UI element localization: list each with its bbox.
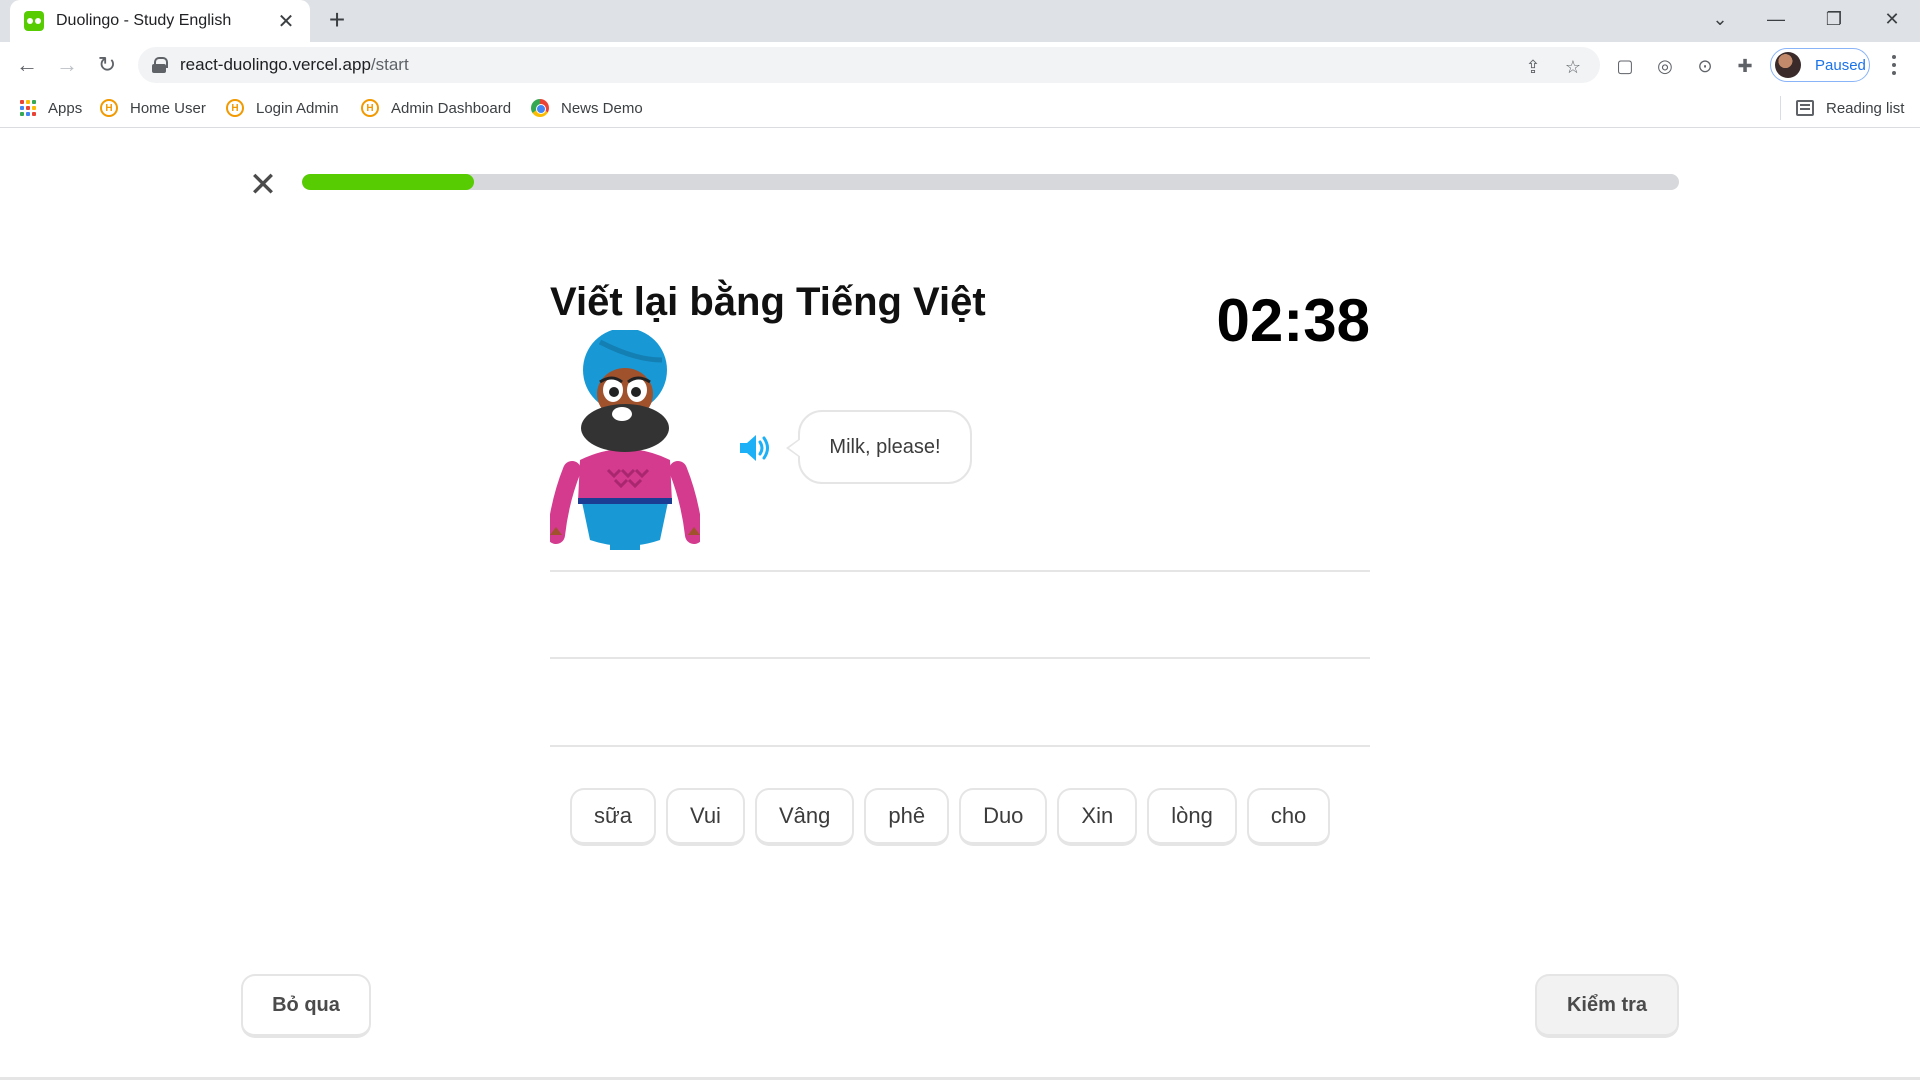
profile-button[interactable]: Paused — [1770, 48, 1870, 82]
back-icon[interactable]: ← — [12, 50, 42, 80]
bookmark-home-user[interactable]: H Home User — [100, 96, 206, 120]
avatar — [1775, 52, 1801, 78]
countdown-timer: 02:38 — [1216, 287, 1370, 354]
answer-line-3 — [550, 745, 1370, 747]
sentence-text: Milk, please! — [829, 435, 941, 458]
bookmarks-bar: Apps H Home User H Login Admin H Admin D… — [0, 88, 1920, 128]
tab-search-icon[interactable]: ⌄ — [1692, 0, 1748, 38]
profile-status: Paused — [1815, 56, 1866, 74]
news-favicon-icon — [531, 99, 549, 117]
restore-icon[interactable]: ❐ — [1806, 0, 1862, 38]
word-chip[interactable]: sữa — [570, 788, 656, 846]
reading-list-button[interactable]: Reading list — [1796, 96, 1904, 120]
word-chip[interactable]: cho — [1246, 788, 1331, 846]
exercise-title: Viết lại bằng Tiếng Việt — [550, 280, 986, 324]
browser-tab[interactable]: Duolingo - Study English ✕ — [10, 0, 310, 42]
extension-1-icon[interactable]: ▢ — [1614, 55, 1636, 77]
lesson-progress-fill — [302, 174, 475, 190]
forward-icon[interactable]: → — [52, 50, 82, 80]
address-bar[interactable]: react-duolingo.vercel.app/start ⇪ ☆ — [138, 47, 1600, 83]
bookmarks-divider — [1780, 96, 1781, 120]
minimize-icon[interactable]: — — [1748, 0, 1804, 38]
lesson-progress-bar — [302, 174, 1679, 190]
bookmark-login-admin[interactable]: H Login Admin — [226, 96, 339, 120]
answer-line-1 — [550, 570, 1370, 572]
reload-icon[interactable]: ↻ — [92, 50, 122, 80]
word-chip[interactable]: phê — [864, 788, 950, 846]
h-favicon-icon: H — [361, 99, 379, 117]
reading-list-icon — [1796, 100, 1814, 116]
lock-icon — [152, 57, 168, 73]
word-chip[interactable]: Vui — [665, 788, 745, 846]
skip-button[interactable]: Bỏ qua — [241, 974, 371, 1038]
browser-menu-icon[interactable] — [1884, 53, 1904, 77]
url-text: react-duolingo.vercel.app/start — [180, 55, 409, 74]
apps-grid-icon — [20, 100, 36, 116]
share-icon[interactable]: ⇪ — [1522, 56, 1544, 78]
character-illustration — [550, 330, 700, 550]
tab-title: Duolingo - Study English — [56, 12, 232, 29]
bookmark-news-demo[interactable]: News Demo — [531, 96, 643, 120]
close-lesson-icon[interactable]: ✕ — [248, 168, 278, 202]
h-favicon-icon: H — [226, 99, 244, 117]
answer-line-2 — [550, 657, 1370, 659]
bookmark-apps[interactable]: Apps — [20, 96, 82, 120]
browser-toolbar: ← → ↻ react-duolingo.vercel.app/start ⇪ … — [0, 42, 1920, 88]
word-chip[interactable]: lòng — [1147, 788, 1237, 846]
word-chip[interactable]: Xin — [1057, 788, 1138, 846]
check-button[interactable]: Kiểm tra — [1535, 974, 1679, 1038]
window-close-icon[interactable]: ✕ — [1864, 0, 1920, 38]
duolingo-favicon-icon — [24, 11, 44, 31]
speaker-icon[interactable] — [736, 430, 772, 466]
bookmark-admin-dashboard[interactable]: H Admin Dashboard — [361, 96, 511, 120]
speech-bubble: Milk, please! — [786, 410, 972, 484]
extensions-puzzle-icon[interactable]: ✚ — [1734, 55, 1756, 77]
extension-2-icon[interactable]: ◎ — [1654, 55, 1676, 77]
browser-tab-bar: Duolingo - Study English ✕ + ⌄ — ❐ ✕ — [0, 0, 1920, 42]
word-bank: sữa Vui Vâng phê Duo Xin lòng cho — [570, 788, 1350, 846]
tab-close-icon[interactable]: ✕ — [276, 9, 296, 34]
bookmark-star-icon[interactable]: ☆ — [1562, 56, 1584, 78]
word-chip[interactable]: Duo — [959, 788, 1048, 846]
extension-3-icon[interactable]: ⊙ — [1694, 55, 1716, 77]
h-favicon-icon: H — [100, 99, 118, 117]
word-chip[interactable]: Vâng — [754, 788, 855, 846]
new-tab-icon[interactable]: + — [322, 6, 352, 36]
